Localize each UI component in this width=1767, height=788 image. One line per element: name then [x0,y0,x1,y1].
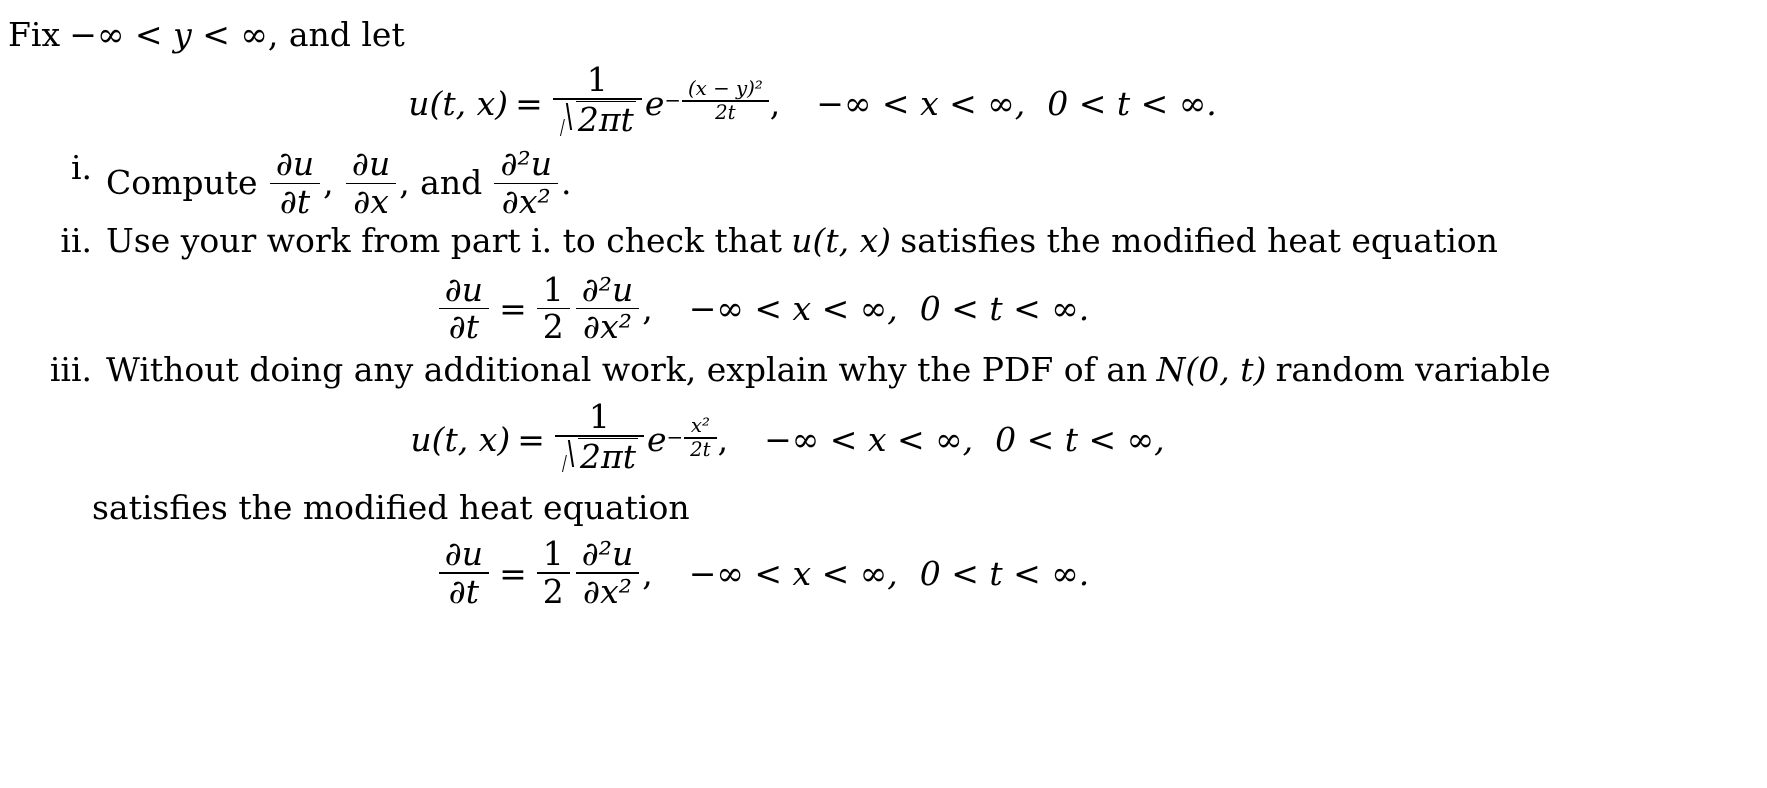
equation-1-condition-x: −∞ < x < ∞, [816,83,1026,123]
equation-3-exp-denominator: 2t [690,437,711,461]
derivative-1-numerator: ∂u [275,144,315,184]
equation-4-comma: , [642,553,653,593]
list-item-iii-body: Without doing any additional work, expla… [106,349,1767,392]
equation-4-lhs-denominator: ∂t [448,572,480,612]
equation-3-exp-fraction: x² 2t [684,413,717,461]
document-page: Fix −∞ < y < ∞, and let u(t, x) = 1 2πt e… [0,0,1767,788]
equation-2-coefficient-denominator: 2 [542,307,564,347]
item-ii-text-after: satisfies the modified heat equation [900,220,1498,260]
equation-2-coefficient: 1 2 [536,269,570,347]
equation-1-numerator: 1 [586,59,608,99]
equation-1-condition-t: 0 < t < ∞. [1047,83,1217,123]
list-item-ii-body: Use your work from part i. to check that… [106,220,1767,263]
equation-1-relation: = [515,83,543,123]
partial-u-partial-x: ∂u ∂x [345,144,397,222]
equation-2-condition-t: 0 < t < ∞. [919,289,1090,329]
derivative-1-denominator: ∂t [279,182,311,222]
equation-3-condition-x: −∞ < x < ∞, [764,420,974,460]
equation-4-rhs-denominator: ∂x² [583,572,632,612]
equation-4-relation: = [499,553,527,593]
equation-2-coefficient-numerator: 1 [542,269,564,309]
list-item-ii: ii. Use your work from part i. to check … [8,220,1767,263]
intro-range: −∞ < y < ∞ [69,15,268,54]
equation-1-fraction: 1 2πt [552,59,642,144]
equation-1-lhs: u(t, x) [408,83,509,123]
equation-4-coefficient: 1 2 [536,534,570,612]
equation-3: u(t, x) = 1 2πt e − x² 2t, −∞ < x < ∞, 0 < … [8,396,1767,481]
problem-list: i. Compute ∂u ∂t , ∂u ∂x , and ∂²u ∂x² .… [8,147,1767,262]
item-ii-text-before: Use your work from part i. to check that [106,220,782,260]
derivative-3-denominator: ∂x² [501,182,551,222]
item-iii-text-after: random variable [1275,349,1551,389]
intro-suffix: , and let [267,15,405,54]
equation-3-numerator: 1 [588,396,610,436]
equation-3-lhs: u(t, x) [410,420,511,460]
equation-3-exp-base: e [646,420,667,460]
equation-3-exp-numerator: x² [690,413,710,437]
list-item-ii-label: ii. [60,220,92,260]
partial2-u-partial-x2: ∂²u ∂x² [494,144,559,222]
equation-1-comma: , [769,83,781,123]
equation-2-lhs-numerator: ∂u [444,269,484,309]
list-item-iii: iii. Without doing any additional work, … [8,349,1767,392]
derivative-2-numerator: ∂u [351,144,391,184]
equation-1-exp-sign: − [664,89,681,113]
equation-3-condition-t: 0 < t < ∞, [995,420,1165,460]
item-iii-text-before: Without doing any additional work, expla… [106,349,1148,389]
equation-2-rhs-denominator: ∂x² [583,307,632,347]
equation-4-rhs: ∂²u ∂x² [575,534,640,612]
item-iii-inline-math: N(0, t) [1156,349,1267,389]
equation-4: ∂u ∂t = 1 2 ∂²u ∂x² , −∞ < x < ∞, 0 < t … [8,534,1767,612]
list-item-i-body: Compute ∂u ∂t , ∂u ∂x , and ∂²u ∂x² . [106,144,1767,222]
equation-4-coefficient-numerator: 1 [542,534,564,574]
list-item-i-label: i. [70,148,92,188]
equation-4-rhs-numerator: ∂²u [581,534,634,574]
item-i-text-before: Compute [106,163,258,203]
equation-2-lhs-denominator: ∂t [448,307,480,347]
equation-1-exp-base: e [644,83,665,123]
equation-4-lhs: ∂u ∂t [438,534,490,612]
derivative-2-denominator: ∂x [353,182,389,222]
equation-2-comma: , [642,289,653,329]
item-i-sep-1: , [323,163,334,203]
equation-1-exponent: − (x − y)² 2t [664,76,769,124]
intro-prefix: Fix [8,15,61,54]
equation-2: ∂u ∂t = 1 2 ∂²u ∂x² , −∞ < x < ∞, 0 < t … [8,269,1767,347]
list-item-i: i. Compute ∂u ∂t , ∂u ∂x , and ∂²u ∂x² . [8,144,1767,222]
equation-4-lhs-numerator: ∂u [444,534,484,574]
problem-list-continued: iii. Without doing any additional work, … [8,349,1767,392]
equation-2-condition-x: −∞ < x < ∞, [688,289,898,329]
equation-2-rhs: ∂²u ∂x² [575,269,640,347]
equation-3-exponent: − x² 2t [666,413,718,461]
sqrt-icon: 2πt [559,99,636,139]
equation-3-fraction: 1 2πt [554,396,644,481]
intro-paragraph: Fix −∞ < y < ∞, and let [8,14,1767,57]
equation-1-exp-numerator: (x − y)² [687,76,763,100]
equation-1-exp-denominator: 2t [715,100,736,124]
equation-1-exp-fraction: (x − y)² 2t [681,76,769,124]
equation-4-condition-t: 0 < t < ∞. [919,553,1090,593]
sqrt-icon: 2πt [561,436,638,476]
equation-1-radicand: 2πt [575,99,636,139]
equation-4-condition-x: −∞ < x < ∞, [688,553,898,593]
partial-u-partial-t: ∂u ∂t [269,144,321,222]
item-i-text-after: . [561,163,572,203]
equation-3-comma: , [717,420,729,460]
equation-4-coefficient-denominator: 2 [542,572,564,612]
equation-3-denominator: 2πt [555,437,644,481]
derivative-3-numerator: ∂²u [500,144,553,184]
equation-3-relation: = [517,420,545,460]
item-ii-inline-math: u(t, x) [791,220,892,260]
equation-1: u(t, x) = 1 2πt e − (x − y)² 2t, −∞ < x < ∞… [8,59,1767,144]
equation-1-denominator: 2πt [553,100,642,144]
equation-2-rhs-numerator: ∂²u [581,269,634,309]
equation-2-relation: = [499,289,527,329]
item-i-sep-2: , and [399,163,483,203]
closing-paragraph: satisfies the modified heat equation [92,488,690,528]
equation-3-exp-sign: − [666,426,684,450]
equation-2-lhs: ∂u ∂t [438,269,490,347]
equation-3-radicand: 2πt [578,436,638,476]
list-item-iii-label: iii. [49,349,92,389]
